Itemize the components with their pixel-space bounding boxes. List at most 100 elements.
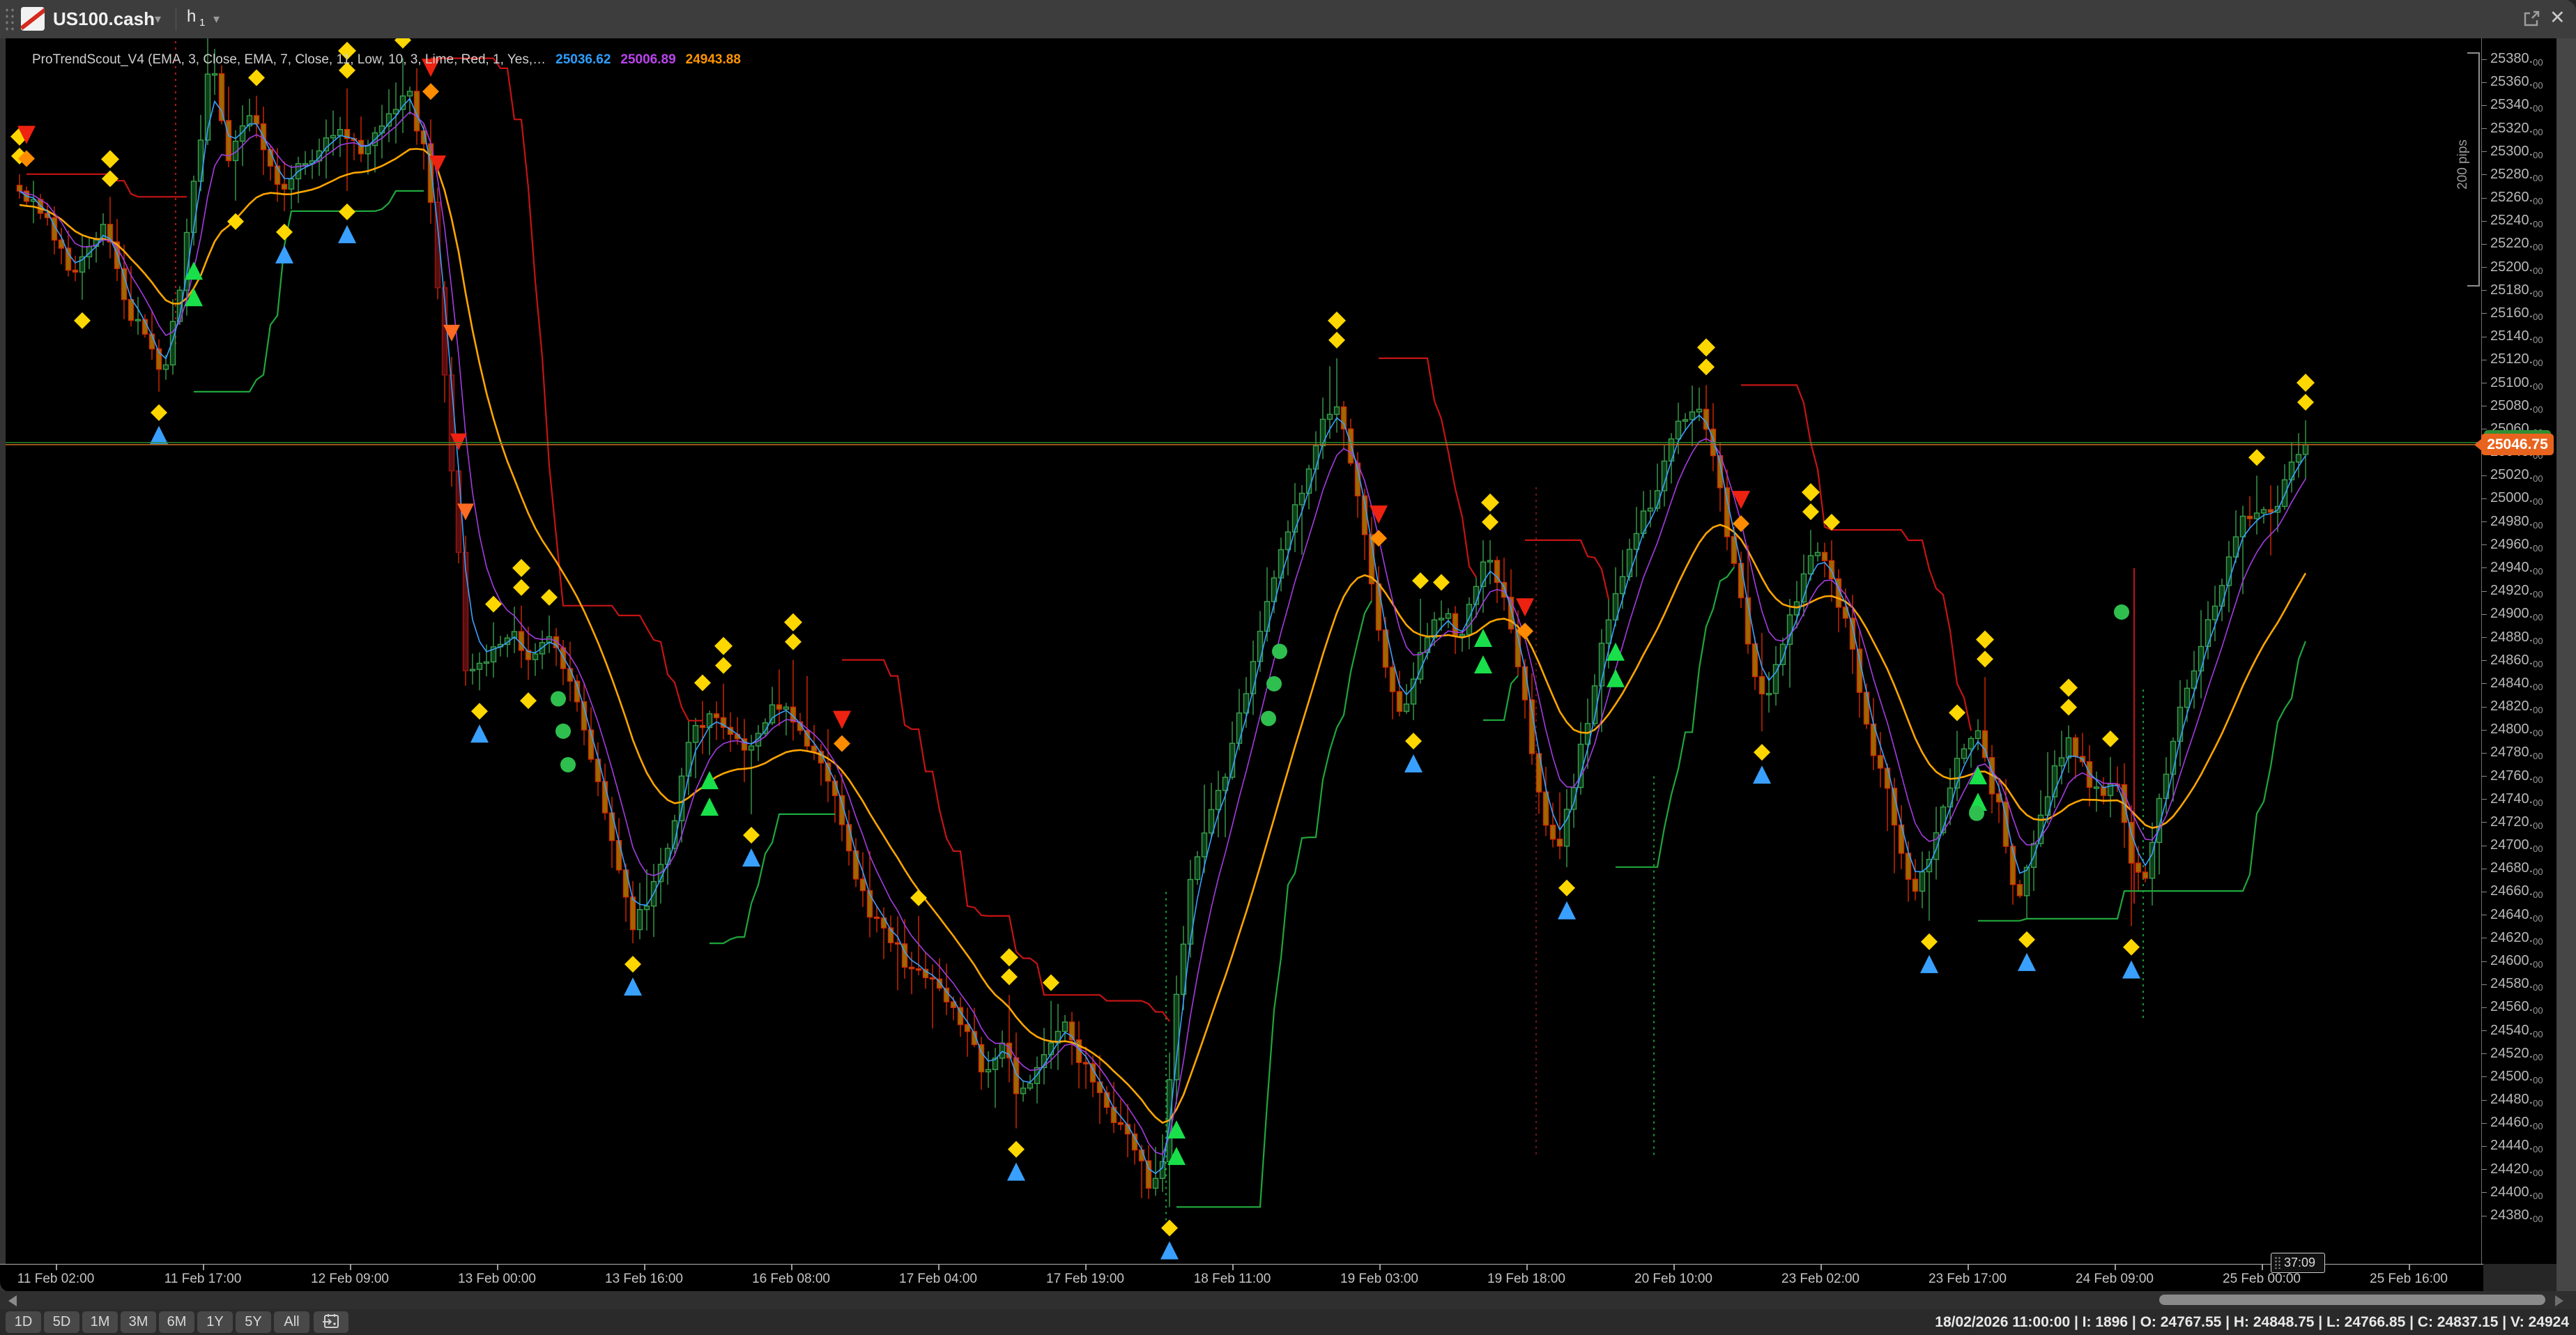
scroll-right-icon[interactable] bbox=[2555, 1295, 2563, 1306]
candle-body bbox=[1551, 825, 1556, 839]
price-label: 24680.00 bbox=[2490, 860, 2543, 877]
blue-up-triangle-marker bbox=[1404, 754, 1423, 772]
candle-body bbox=[366, 146, 371, 154]
candle-body bbox=[2262, 510, 2267, 513]
yellow-diamond-marker bbox=[624, 956, 641, 972]
candle-body bbox=[1209, 809, 1214, 833]
yellow-diamond-marker bbox=[715, 657, 732, 674]
range-button-1y[interactable]: 1Y bbox=[197, 1311, 233, 1333]
yellow-diamond-marker bbox=[2248, 449, 2265, 466]
yellow-diamond-marker bbox=[276, 224, 293, 241]
range-button-3m[interactable]: 3M bbox=[121, 1311, 156, 1333]
timeframe-sub[interactable]: 1 bbox=[199, 17, 205, 29]
price-label: 24860.00 bbox=[2490, 653, 2543, 669]
price-label: 24980.00 bbox=[2490, 514, 2543, 531]
price-tick bbox=[2482, 637, 2487, 638]
candle-body bbox=[875, 917, 880, 919]
candle-body bbox=[303, 164, 308, 165]
time-label: 11 Feb 02:00 bbox=[17, 1272, 95, 1287]
candle-body bbox=[324, 138, 329, 151]
candle-body bbox=[624, 870, 629, 897]
candle-body bbox=[1202, 833, 1207, 857]
price-tick bbox=[2482, 1123, 2487, 1124]
yellow-diamond-marker bbox=[1802, 483, 1820, 501]
candle-body bbox=[122, 268, 127, 300]
range-button-6m[interactable]: 6M bbox=[159, 1311, 194, 1333]
green-circle-marker bbox=[1969, 806, 1984, 821]
candle-body bbox=[1446, 613, 1451, 618]
blue-up-triangle-marker bbox=[338, 225, 356, 243]
time-label: 12 Feb 09:00 bbox=[311, 1272, 389, 1287]
drag-grip-icon[interactable] bbox=[4, 7, 15, 32]
range-button-1m[interactable]: 1M bbox=[82, 1311, 118, 1333]
time-label: 17 Feb 04:00 bbox=[899, 1272, 977, 1287]
indicator-value: 25036.62 bbox=[555, 52, 611, 67]
window-right-edge[interactable] bbox=[2556, 38, 2576, 1291]
timeframe-selector[interactable]: h bbox=[187, 7, 196, 26]
price-label: 24520.00 bbox=[2490, 1046, 2543, 1062]
range-button-all[interactable]: All bbox=[274, 1311, 309, 1333]
time-tick bbox=[1526, 1265, 1528, 1270]
indicator-label[interactable]: ProTrendScout_V4 (EMA, 3, Close, EMA, 7,… bbox=[32, 52, 741, 68]
green-circle-marker bbox=[1266, 676, 1282, 692]
price-label: 24380.00 bbox=[2490, 1207, 2543, 1224]
time-label: 18 Feb 11:00 bbox=[1194, 1272, 1271, 1287]
close-icon[interactable]: ✕ bbox=[2550, 7, 2566, 29]
yellow-diamond-marker bbox=[1921, 933, 1938, 950]
range-button-1d[interactable]: 1D bbox=[6, 1311, 41, 1333]
candle-countdown[interactable]: 37:09 bbox=[2271, 1253, 2325, 1273]
price-tick bbox=[2482, 151, 2487, 152]
yellow-diamond-marker bbox=[785, 634, 802, 650]
range-button-5d[interactable]: 5D bbox=[44, 1311, 79, 1333]
blue-up-triangle-marker bbox=[742, 848, 760, 867]
green-circle-marker bbox=[560, 757, 576, 772]
symbol-dropdown-caret-icon[interactable]: ▾ bbox=[155, 12, 161, 26]
timeframe-dropdown-caret-icon[interactable]: ▾ bbox=[213, 12, 220, 26]
ema_slow-line bbox=[20, 149, 2306, 1123]
blue-up-triangle-marker bbox=[275, 245, 293, 264]
candle-body bbox=[1028, 1083, 1033, 1088]
price-label: 25080.00 bbox=[2490, 398, 2543, 415]
time-tick bbox=[1232, 1265, 1234, 1270]
price-tick bbox=[2482, 267, 2487, 268]
yellow-diamond-marker bbox=[2060, 679, 2078, 697]
horizontal-scrollbar[interactable] bbox=[0, 1291, 2576, 1309]
candle-body bbox=[1690, 412, 1695, 420]
candle-body bbox=[2094, 787, 2099, 788]
popout-window-icon[interactable] bbox=[2522, 9, 2541, 29]
price-tick bbox=[2482, 683, 2487, 684]
green-circle-marker bbox=[2114, 604, 2129, 620]
symbol-title[interactable]: US100.cash bbox=[53, 8, 155, 30]
time-axis[interactable]: 11 Feb 02:0011 Feb 17:0012 Feb 09:0013 F… bbox=[0, 1264, 2483, 1292]
yellow-diamond-marker bbox=[1412, 572, 1429, 589]
chart-area[interactable]: ProTrendScout_V4 (EMA, 3, Close, EMA, 7,… bbox=[6, 38, 2481, 1264]
jump-to-date-button[interactable] bbox=[314, 1311, 348, 1333]
candle-body bbox=[1816, 552, 1820, 556]
candle-body bbox=[2143, 872, 2148, 878]
time-label: 23 Feb 17:00 bbox=[1929, 1272, 2007, 1287]
candle-body bbox=[2206, 620, 2211, 647]
price-tick bbox=[2482, 82, 2487, 83]
candle-body bbox=[1119, 1122, 1124, 1124]
blue-up-triangle-marker bbox=[2018, 953, 2036, 971]
candle-body bbox=[2060, 758, 2064, 766]
price-axis[interactable]: 25380.0025360.0025340.0025320.0025300.00… bbox=[2481, 38, 2557, 1264]
range-button-5y[interactable]: 5Y bbox=[236, 1311, 271, 1333]
trailing-stop-down-line bbox=[1525, 540, 1609, 600]
yellow-diamond-marker bbox=[1949, 704, 1965, 721]
yellow-diamond-marker bbox=[1754, 744, 1770, 761]
candle-body bbox=[693, 726, 698, 742]
scroll-left-icon[interactable] bbox=[8, 1295, 17, 1306]
price-tick bbox=[2482, 614, 2487, 615]
candle-body bbox=[986, 1069, 991, 1071]
price-tick bbox=[2482, 105, 2487, 106]
candle-body bbox=[282, 184, 287, 189]
scrollbar-thumb[interactable] bbox=[2159, 1295, 2545, 1305]
yellow-diamond-marker bbox=[248, 69, 265, 86]
time-tick bbox=[1379, 1265, 1381, 1270]
price-label: 24540.00 bbox=[2490, 1023, 2543, 1039]
time-tick bbox=[1673, 1265, 1675, 1270]
yellow-diamond-marker bbox=[394, 38, 411, 49]
candle-body bbox=[2297, 455, 2301, 462]
blue-up-triangle-marker bbox=[1558, 901, 1576, 920]
